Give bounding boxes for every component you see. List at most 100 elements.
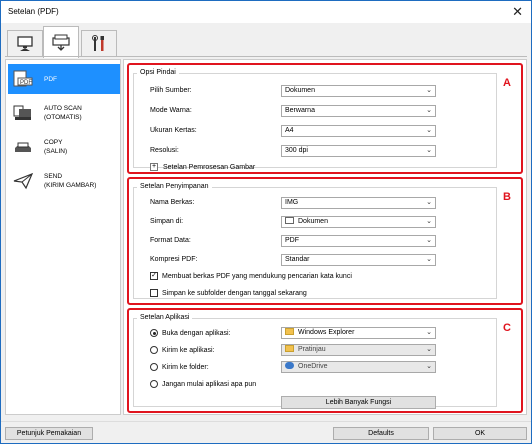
sidebar-item-label: SEND (KIRIM GAMBAR) [44,173,97,189]
chevron-down-icon: ⌄ [426,147,432,154]
send-to-app-radio[interactable]: Kirim ke aplikasi: [150,346,215,354]
scan-options-title: Opsi Pindai [137,69,179,76]
app-settings-title: Setelan Aplikasi [137,314,193,321]
close-icon[interactable]: ✕ [512,4,523,20]
send-to-folder-dropdown[interactable]: OneDrive ⌄ [281,361,436,373]
svg-text:PDF: PDF [20,80,32,86]
pdf-compression-value: Standar [285,256,310,263]
paper-size-label: Ukuran Kertas: [150,127,197,134]
color-mode-dropdown[interactable]: Berwarna ⌄ [281,105,436,117]
chevron-down-icon: ⌄ [426,329,432,336]
settings-window: Setelan (PDF) ✕ PDF PDF AUTO SCAN (OTOMA… [0,0,532,444]
send-to-folder-label: Kirim ke folder: [162,363,209,371]
data-format-label: Format Data: [150,237,191,244]
section-c-letter: C [503,322,511,334]
save-in-label: Simpan di: [150,218,184,225]
select-source-dropdown[interactable]: Dokumen ⌄ [281,85,436,97]
color-mode-label: Mode Warna: [150,107,192,114]
image-processing-expander[interactable]: + Setelan Pemrosesan Gambar [150,163,255,171]
section-a-letter: A [503,77,511,89]
no-app-label: Jangan mulai aplikasi apa pun [162,380,257,388]
send-to-app-label: Kirim ke aplikasi: [162,346,215,354]
no-app-radio[interactable]: Jangan mulai aplikasi apa pun [150,380,256,388]
resolution-dropdown[interactable]: 300 dpi ⌄ [281,145,436,157]
sidebar-item-auto-scan[interactable]: AUTO SCAN (OTOMATIS) [8,98,120,128]
file-name-dropdown[interactable]: IMG ⌄ [281,197,436,209]
data-format-value: PDF [285,237,299,244]
chevron-down-icon: ⌄ [426,218,432,225]
open-with-app-dropdown[interactable]: Windows Explorer ⌄ [281,327,436,339]
section-b-highlight: B Setelan Penyimpanan Nama Berkas: IMG ⌄ … [127,177,523,305]
open-with-app-label: Buka dengan aplikasi: [162,329,231,337]
select-source-value: Dokumen [285,87,315,94]
scanner-icon [52,34,70,51]
more-functions-button[interactable]: Lebih Banyak Fungsi [281,396,436,409]
checkbox-unchecked-icon [150,289,158,297]
tools-icon [92,35,104,51]
pdf-compression-label: Kompresi PDF: [150,256,198,263]
pdf-document-icon: PDF [8,70,38,88]
cloud-icon [285,362,294,369]
file-name-label: Nama Berkas: [150,199,195,206]
send-icon [8,172,38,190]
section-c-highlight: C Setelan Aplikasi Buka dengan aplikasi:… [127,308,523,413]
select-source-label: Pilih Sumber: [150,87,192,94]
searchable-pdf-label: Membuat berkas PDF yang mendukung pencar… [162,272,352,280]
date-subfolder-label: Simpan ke subfolder dengan tanggal sekar… [162,289,307,297]
chevron-down-icon: ⌄ [426,256,432,263]
tab-scan-from-computer[interactable] [7,30,43,57]
send-to-folder-value: OneDrive [298,363,328,370]
sidebar-item-copy[interactable]: COPY (SALIN) [8,132,120,162]
footer-divider [1,421,531,422]
sidebar-item-pdf[interactable]: PDF PDF [8,64,120,94]
save-settings-title: Setelan Penyimpanan [137,183,212,190]
resolution-label: Resolusi: [150,147,179,154]
auto-scan-icon [8,104,38,122]
chevron-down-icon: ⌄ [426,346,432,353]
folder-icon [285,328,294,335]
save-in-dropdown[interactable]: Dokumen ⌄ [281,216,436,228]
date-subfolder-checkbox[interactable]: Simpan ke subfolder dengan tanggal sekar… [150,289,307,297]
tab-divider [5,56,527,57]
save-in-value: Dokumen [298,218,328,225]
section-b-letter: B [503,191,511,203]
resolution-value: 300 dpi [285,147,308,154]
open-with-app-value: Windows Explorer [298,329,355,336]
radio-selected-icon [150,329,158,337]
tab-bar [1,23,531,58]
section-a-highlight: A Opsi Pindai Pilih Sumber: Dokumen ⌄ Mod… [127,63,523,174]
instructions-button[interactable]: Petunjuk Pemakaian [5,427,93,440]
data-format-dropdown[interactable]: PDF ⌄ [281,235,436,247]
sidebar-item-label: COPY (SALIN) [44,139,68,155]
chevron-down-icon: ⌄ [426,237,432,244]
chevron-down-icon: ⌄ [426,199,432,206]
preview-app-icon [285,345,294,352]
radio-unselected-icon [150,380,158,388]
chevron-down-icon: ⌄ [426,87,432,94]
title-bar: Setelan (PDF) ✕ [1,1,531,23]
open-with-app-radio[interactable]: Buka dengan aplikasi: [150,329,231,337]
sidebar: PDF PDF AUTO SCAN (OTOMATIS) COPY (SALIN… [5,59,121,415]
pdf-compression-dropdown[interactable]: Standar ⌄ [281,254,436,266]
chevron-down-icon: ⌄ [426,107,432,114]
file-name-value: IMG [285,199,299,206]
send-to-app-dropdown[interactable]: Pratinjau ⌄ [281,344,436,356]
sidebar-item-send[interactable]: SEND (KIRIM GAMBAR) [8,166,120,196]
defaults-button[interactable]: Defaults [333,427,429,440]
monitor-scan-icon [17,36,33,51]
tab-scan-from-operation-panel[interactable] [43,26,79,58]
plus-icon: + [150,163,158,171]
tab-general-settings[interactable] [81,30,117,57]
paper-size-value: A4 [285,127,294,134]
sidebar-item-label: AUTO SCAN (OTOMATIS) [44,105,82,121]
send-to-folder-radio[interactable]: Kirim ke folder: [150,363,209,371]
ok-button[interactable]: OK [433,427,527,440]
searchable-pdf-checkbox[interactable]: ✓ Membuat berkas PDF yang mendukung penc… [150,272,352,280]
paper-size-dropdown[interactable]: A4 ⌄ [281,125,436,137]
radio-unselected-icon [150,346,158,354]
image-processing-label: Setelan Pemrosesan Gambar [163,163,256,171]
document-folder-icon [285,217,294,224]
scan-options-group: Opsi Pindai Pilih Sumber: Dokumen ⌄ Mode … [133,69,497,171]
chevron-down-icon: ⌄ [426,127,432,134]
color-mode-value: Berwarna [285,107,315,114]
